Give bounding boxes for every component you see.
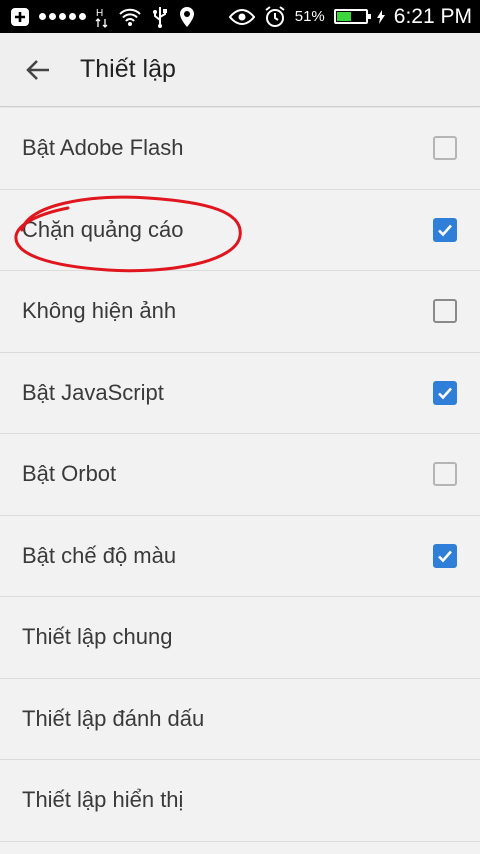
location-icon bbox=[178, 6, 196, 28]
battery-percent: 51% bbox=[294, 8, 325, 25]
settings-row-label: Bật chế độ màu bbox=[22, 542, 177, 568]
usb-icon bbox=[151, 6, 169, 28]
checkbox-checked[interactable] bbox=[433, 380, 457, 405]
settings-list: Bật Adobe Flash Chặn quảng cáo Không hiện … bbox=[0, 108, 480, 842]
settings-row[interactable]: Bật Orbot bbox=[0, 434, 480, 516]
eye-icon bbox=[228, 8, 255, 26]
settings-row-label: Bật Orbot bbox=[22, 461, 117, 487]
settings-row-label: Thiết lập đánh dấu bbox=[22, 705, 205, 731]
alarm-icon bbox=[264, 5, 286, 28]
settings-row-label: Thiết lập hiển thị bbox=[22, 787, 184, 813]
app-bar: Thiết lập bbox=[0, 33, 480, 107]
page-title: Thiết lập bbox=[80, 55, 176, 83]
checkmark-icon bbox=[438, 224, 452, 237]
checkmark-icon bbox=[438, 387, 452, 400]
settings-row[interactable]: Bật chế độ màu bbox=[0, 515, 480, 597]
h-network-icon: H bbox=[95, 6, 109, 28]
plus-box-icon bbox=[10, 7, 30, 27]
wifi-icon bbox=[118, 7, 142, 27]
settings-row-label: Chặn quảng cáo bbox=[22, 216, 184, 242]
settings-row[interactable]: Bật JavaScript bbox=[0, 352, 480, 434]
back-button[interactable] bbox=[18, 50, 58, 90]
battery-icon bbox=[333, 9, 371, 24]
settings-row-label: Thiết lập chung bbox=[22, 624, 173, 650]
screen: H 51% 6:21 PM Thiết lập Bật Adobe Flash … bbox=[0, 0, 480, 854]
settings-row-label: Bật Adobe Flash bbox=[22, 135, 184, 161]
clock: 6:21 PM bbox=[393, 4, 472, 28]
settings-row[interactable]: Thiết lập đánh dấu bbox=[0, 678, 480, 760]
settings-row[interactable]: Bật Adobe Flash bbox=[0, 108, 480, 190]
settings-row-label: Bật JavaScript bbox=[22, 379, 164, 405]
checkbox-unchecked[interactable] bbox=[433, 299, 457, 324]
checkbox-unchecked[interactable] bbox=[433, 462, 457, 487]
settings-row[interactable]: Thiết lập chung bbox=[0, 597, 480, 679]
svg-text:H: H bbox=[96, 8, 103, 19]
settings-row[interactable]: Không hiện ảnh bbox=[0, 271, 480, 353]
checkbox-checked[interactable] bbox=[433, 543, 457, 568]
checkmark-icon bbox=[438, 550, 452, 563]
arrow-back-icon bbox=[26, 59, 49, 80]
status-bar-left: H bbox=[10, 6, 196, 28]
settings-row-label: Không hiện ảnh bbox=[22, 298, 177, 324]
charging-icon bbox=[376, 9, 385, 24]
checkbox-unchecked[interactable] bbox=[433, 136, 457, 161]
checkbox-checked[interactable] bbox=[433, 217, 457, 242]
settings-row[interactable]: Thiết lập hiển thị bbox=[0, 760, 480, 842]
status-bar: H 51% 6:21 PM bbox=[0, 0, 480, 33]
settings-row[interactable]: Chặn quảng cáo bbox=[0, 189, 480, 271]
signal-dots-icon bbox=[39, 13, 86, 20]
status-bar-right: 51% 6:21 PM bbox=[228, 4, 472, 29]
